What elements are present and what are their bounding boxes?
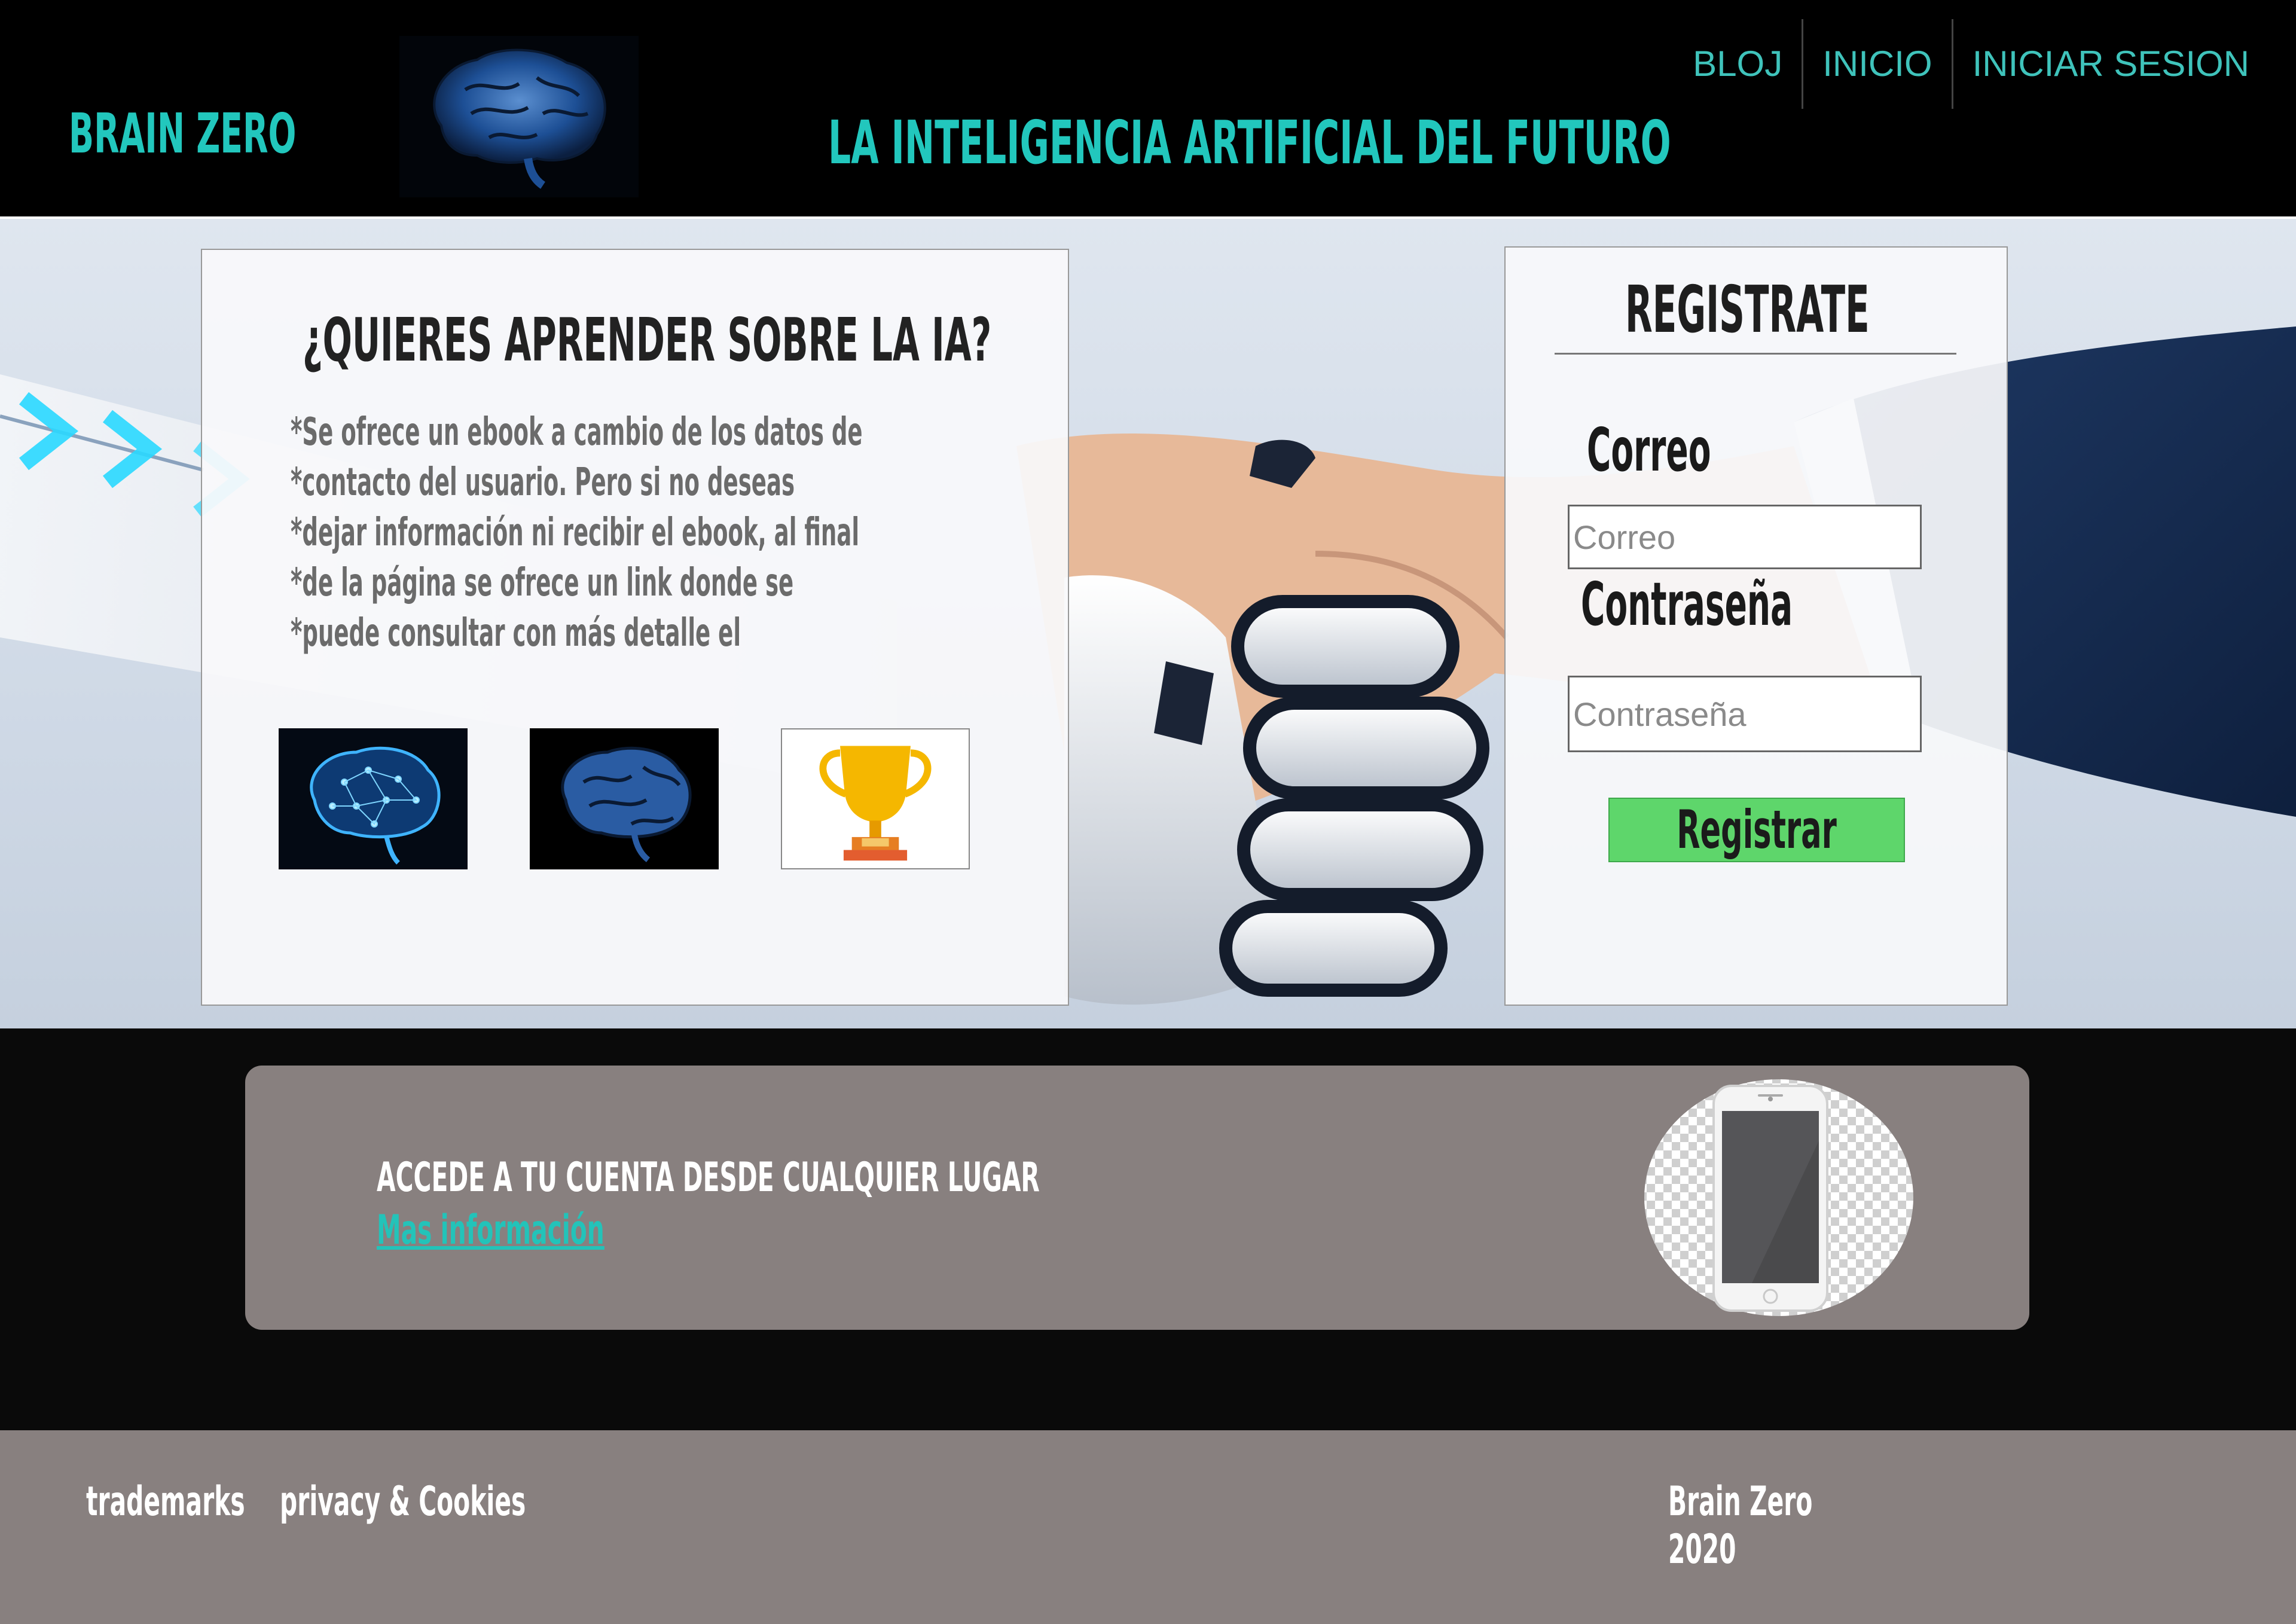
footer-year: 2020 — [1668, 1526, 1736, 1573]
info-card: ¿QUIERES APRENDER SOBRE LA IA? *Se ofrec… — [201, 249, 1069, 1006]
smartphone-icon — [1644, 1079, 1913, 1316]
site-header: BRAIN ZERO LA INTELIGENCIA ARTIFICIAL DE… — [0, 0, 2296, 216]
page-tagline: LA INTELIGENCIA ARTIFICIAL DEL FUTURO — [828, 108, 1671, 178]
register-title: REGISTRATE — [1625, 273, 1870, 347]
nav-item-iniciar-sesion[interactable]: INICIAR SESION — [1953, 19, 2268, 109]
info-text-line: *dejar información ni recibir el ebook, … — [291, 511, 860, 555]
top-nav: BLOJ INICIO INICIAR SESION — [1674, 19, 2268, 109]
site-footer: trademarks privacy & Cookies Brain Zero … — [0, 1430, 2296, 1624]
neural-brain-icon — [279, 728, 468, 869]
register-button-label: Registrar — [1677, 799, 1837, 860]
brand-name[interactable]: BRAIN ZERO — [69, 102, 296, 166]
info-text-line: *contacto del usuario. Pero si no deseas — [291, 460, 795, 505]
nav-item-bloj[interactable]: BLOJ — [1674, 19, 1802, 109]
password-label: Contraseña — [1581, 569, 1793, 639]
info-title: ¿QUIERES APRENDER SOBRE LA IA? — [303, 305, 992, 375]
more-info-link[interactable]: Mas información — [377, 1207, 604, 1254]
promo-text: ACCEDE A TU CUENTA DESDE CUALQUIER LUGAR — [377, 1154, 1040, 1201]
brain-icon — [399, 36, 639, 197]
email-field[interactable] — [1568, 505, 1922, 569]
footer-link-trademarks[interactable]: trademarks — [86, 1478, 245, 1525]
title-divider — [1555, 353, 1956, 355]
info-text-line: *de la página se ofrece un link donde se — [291, 561, 794, 605]
password-field[interactable] — [1568, 676, 1922, 752]
footer-brand: Brain Zero — [1668, 1478, 1813, 1525]
footer-link-privacy-cookies[interactable]: privacy & Cookies — [280, 1478, 526, 1525]
promo-section: ACCEDE A TU CUENTA DESDE CUALQUIER LUGAR… — [0, 1028, 2296, 1430]
info-text-line: *Se ofrece un ebook a cambio de los dato… — [291, 410, 863, 454]
brain-icon — [530, 728, 719, 869]
nav-item-inicio[interactable]: INICIO — [1803, 19, 1951, 109]
hero-section: ¿QUIERES APRENDER SOBRE LA IA? *Se ofrec… — [0, 216, 2296, 1031]
info-text-line: *puede consultar con más detalle el — [291, 611, 741, 655]
register-button[interactable]: Registrar — [1608, 798, 1905, 862]
promo-card: ACCEDE A TU CUENTA DESDE CUALQUIER LUGAR… — [245, 1066, 2029, 1330]
email-label: Correo — [1587, 415, 1711, 485]
trophy-icon — [781, 728, 970, 869]
register-card: REGISTRATE Correo Contraseña Registrar — [1504, 246, 2008, 1006]
